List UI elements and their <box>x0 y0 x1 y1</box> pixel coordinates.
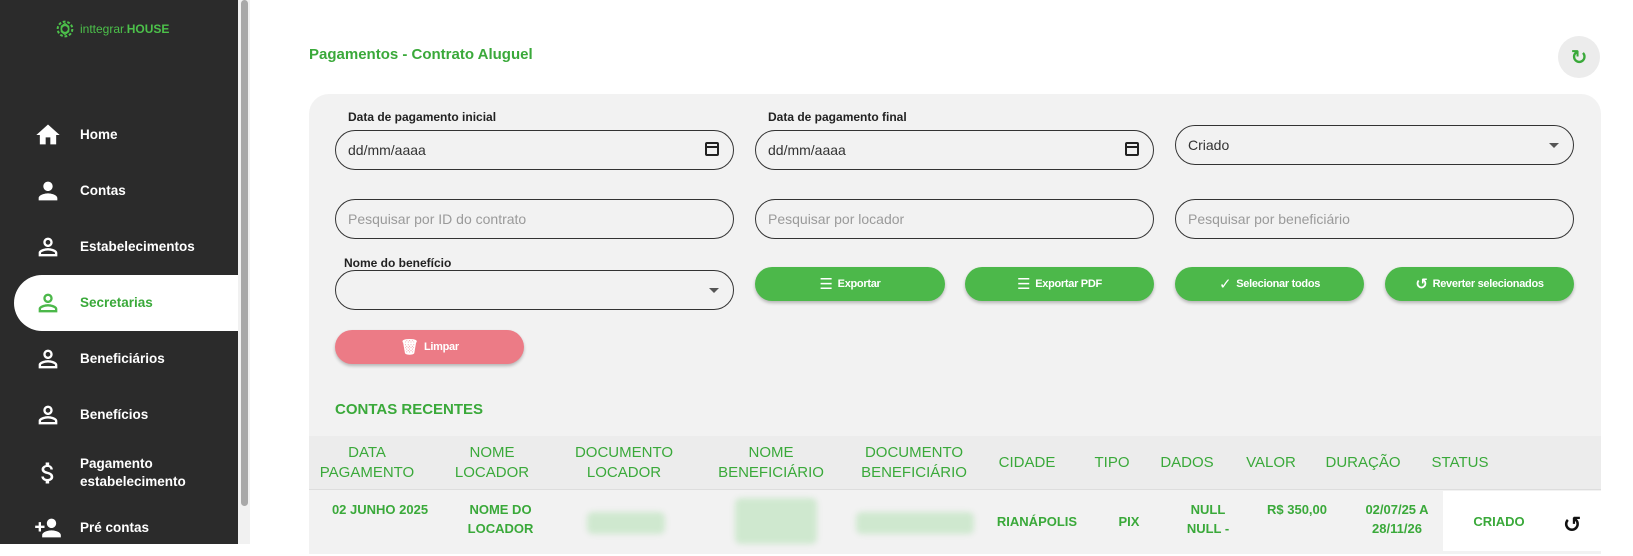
contract-id-search-input[interactable]: Pesquisar por ID do contrato <box>335 199 734 239</box>
sidebar-item-beneficios[interactable]: Benefícios <box>0 387 238 443</box>
cell-data-pagamento: 02 JUNHO 2025 <box>331 502 429 517</box>
home-icon <box>36 124 60 145</box>
sidebar-item-contas[interactable]: Contas <box>0 163 238 219</box>
brand-name-light: inttegrar. <box>80 22 127 36</box>
person-outline-icon <box>38 405 58 425</box>
sidebar-item-label: Benefícios <box>80 407 149 422</box>
person-outline-icon <box>38 293 58 313</box>
sidebar-item-pre-contas[interactable]: Pré contas <box>0 500 238 556</box>
refresh-icon: ↻ <box>1570 46 1588 69</box>
select-all-button[interactable]: ✓ Selecionar todos <box>1175 267 1364 301</box>
date-end-label: Data de pagamento final <box>768 110 907 124</box>
date-end-value: dd/mm/aaaa <box>768 142 846 158</box>
date-end-input[interactable]: dd/mm/aaaa <box>755 130 1154 170</box>
column-header[interactable]: DATA PAGAMENTO <box>309 436 425 490</box>
list-icon: ☰ <box>1017 276 1031 293</box>
column-header[interactable]: DOCUMENTO BENEFICIÁRIO <box>849 436 979 490</box>
column-header[interactable]: STATUS <box>1423 436 1497 490</box>
status-select[interactable]: Criado <box>1175 125 1574 165</box>
beneficiary-placeholder: Pesquisar por beneficiário <box>1188 211 1350 227</box>
sidebar: inttegrar. HOUSE Home Contas Estabelecime… <box>0 0 238 544</box>
export-pdf-button[interactable]: ☰ Exportar PDF <box>965 267 1154 301</box>
sidebar-item-secretarias[interactable]: Secretarias <box>14 275 238 331</box>
column-header[interactable]: DURAÇÃO <box>1313 436 1413 490</box>
clear-button-label: Limpar <box>423 341 459 353</box>
page-title: Pagamentos - Contrato Aluguel <box>309 46 533 63</box>
sidebar-item-label: Pagamento estabelecimento <box>80 456 186 489</box>
calendar-icon[interactable] <box>705 142 719 156</box>
cell-dados: NULL NULL - <box>1186 502 1230 536</box>
revert-selected-button-label: Reverter selecionados <box>1432 278 1544 290</box>
sidebar-item-beneficiarios[interactable]: Beneficiários <box>0 331 238 387</box>
cell-duracao: 02/07/25 A 28/11/26 <box>1365 502 1429 536</box>
sidebar-item-home[interactable]: Home <box>0 107 238 163</box>
clear-button[interactable]: 🗑 Limpar <box>335 330 524 364</box>
beneficiary-search-input[interactable]: Pesquisar por beneficiário <box>1175 199 1574 239</box>
redacted-documento-beneficiario <box>856 512 974 534</box>
gear-logo-icon <box>56 20 74 38</box>
table-header: DATA PAGAMENTO NOME LOCADOR DOCUMENTO LO… <box>309 436 1601 490</box>
revert-selected-button[interactable]: ↺ Reverter selecionados <box>1385 267 1574 301</box>
column-header[interactable]: CIDADE <box>989 436 1065 490</box>
undo-icon: ↺ <box>1415 276 1428 293</box>
brand-name-bold: HOUSE <box>126 22 170 36</box>
date-start-label: Data de pagamento inicial <box>348 110 497 124</box>
sidebar-item-label: Beneficiários <box>80 351 165 366</box>
export-button[interactable]: ☰ Exportar <box>755 267 945 301</box>
select-all-button-label: Selecionar todos <box>1236 278 1321 290</box>
sidebar-item-estabelecimentos[interactable]: Estabelecimentos <box>0 219 238 275</box>
column-header[interactable]: TIPO <box>1087 436 1137 490</box>
sidebar-item-pagamento-estabelecimento[interactable]: Pagamento estabelecimento <box>0 445 238 501</box>
column-header[interactable]: NOME LOCADOR <box>442 436 542 490</box>
redacted-nome-beneficiario <box>735 498 817 544</box>
brand-logo[interactable]: inttegrar. HOUSE <box>54 18 169 40</box>
export-pdf-button-label: Exportar PDF <box>1035 278 1102 290</box>
sidebar-item-label: Secretarias <box>80 295 153 310</box>
contract-id-placeholder: Pesquisar por ID do contrato <box>348 211 527 227</box>
person-icon <box>38 181 58 201</box>
export-button-label: Exportar <box>837 278 881 290</box>
column-header[interactable]: DOCUMENTO LOCADOR <box>569 436 679 490</box>
dollar-icon <box>41 462 54 484</box>
cell-valor: R$ 350,00 <box>1267 502 1327 517</box>
landlord-search-input[interactable]: Pesquisar por locador <box>755 199 1154 239</box>
cell-cidade: RIANÁPOLIS <box>996 514 1078 529</box>
cell-tipo: PIX <box>1118 514 1140 529</box>
list-icon: ☰ <box>819 276 833 293</box>
benefit-name-label: Nome do benefício <box>344 256 452 270</box>
person-outline-icon <box>38 237 58 257</box>
sidebar-item-label: Pré contas <box>80 520 150 535</box>
column-header[interactable]: NOME BENEFICIÁRIO <box>705 436 837 490</box>
benefit-name-select[interactable] <box>335 270 734 310</box>
chevron-down-icon <box>709 288 719 293</box>
landlord-placeholder: Pesquisar por locador <box>768 211 905 227</box>
date-start-value: dd/mm/aaaa <box>348 142 426 158</box>
sidebar-item-label: Contas <box>80 183 126 198</box>
person-outline-icon <box>38 349 58 369</box>
sidebar-scrollbar-thumb[interactable] <box>241 0 248 506</box>
check-icon: ✓ <box>1218 276 1232 293</box>
sidebar-item-label: Estabelecimentos <box>80 239 195 254</box>
calendar-icon[interactable] <box>1125 142 1139 156</box>
date-start-input[interactable]: dd/mm/aaaa <box>335 130 734 170</box>
refresh-button[interactable]: ↻ <box>1558 36 1600 78</box>
person-add-icon <box>35 518 61 538</box>
cell-nome-locador: NOME DO LOCADOR <box>467 502 534 536</box>
column-header[interactable]: DADOS <box>1152 436 1222 490</box>
status-select-value: Criado <box>1188 137 1230 153</box>
revert-row-icon[interactable]: ↺ <box>1563 512 1581 538</box>
cell-status: CRIADO <box>1473 514 1525 529</box>
redacted-documento-locador <box>587 512 665 534</box>
column-header[interactable]: VALOR <box>1236 436 1306 490</box>
chevron-down-icon <box>1549 143 1559 148</box>
recent-accounts-title: CONTAS RECENTES <box>335 401 484 418</box>
sidebar-item-label: Home <box>80 127 118 142</box>
trash-icon: 🗑 <box>400 339 419 356</box>
